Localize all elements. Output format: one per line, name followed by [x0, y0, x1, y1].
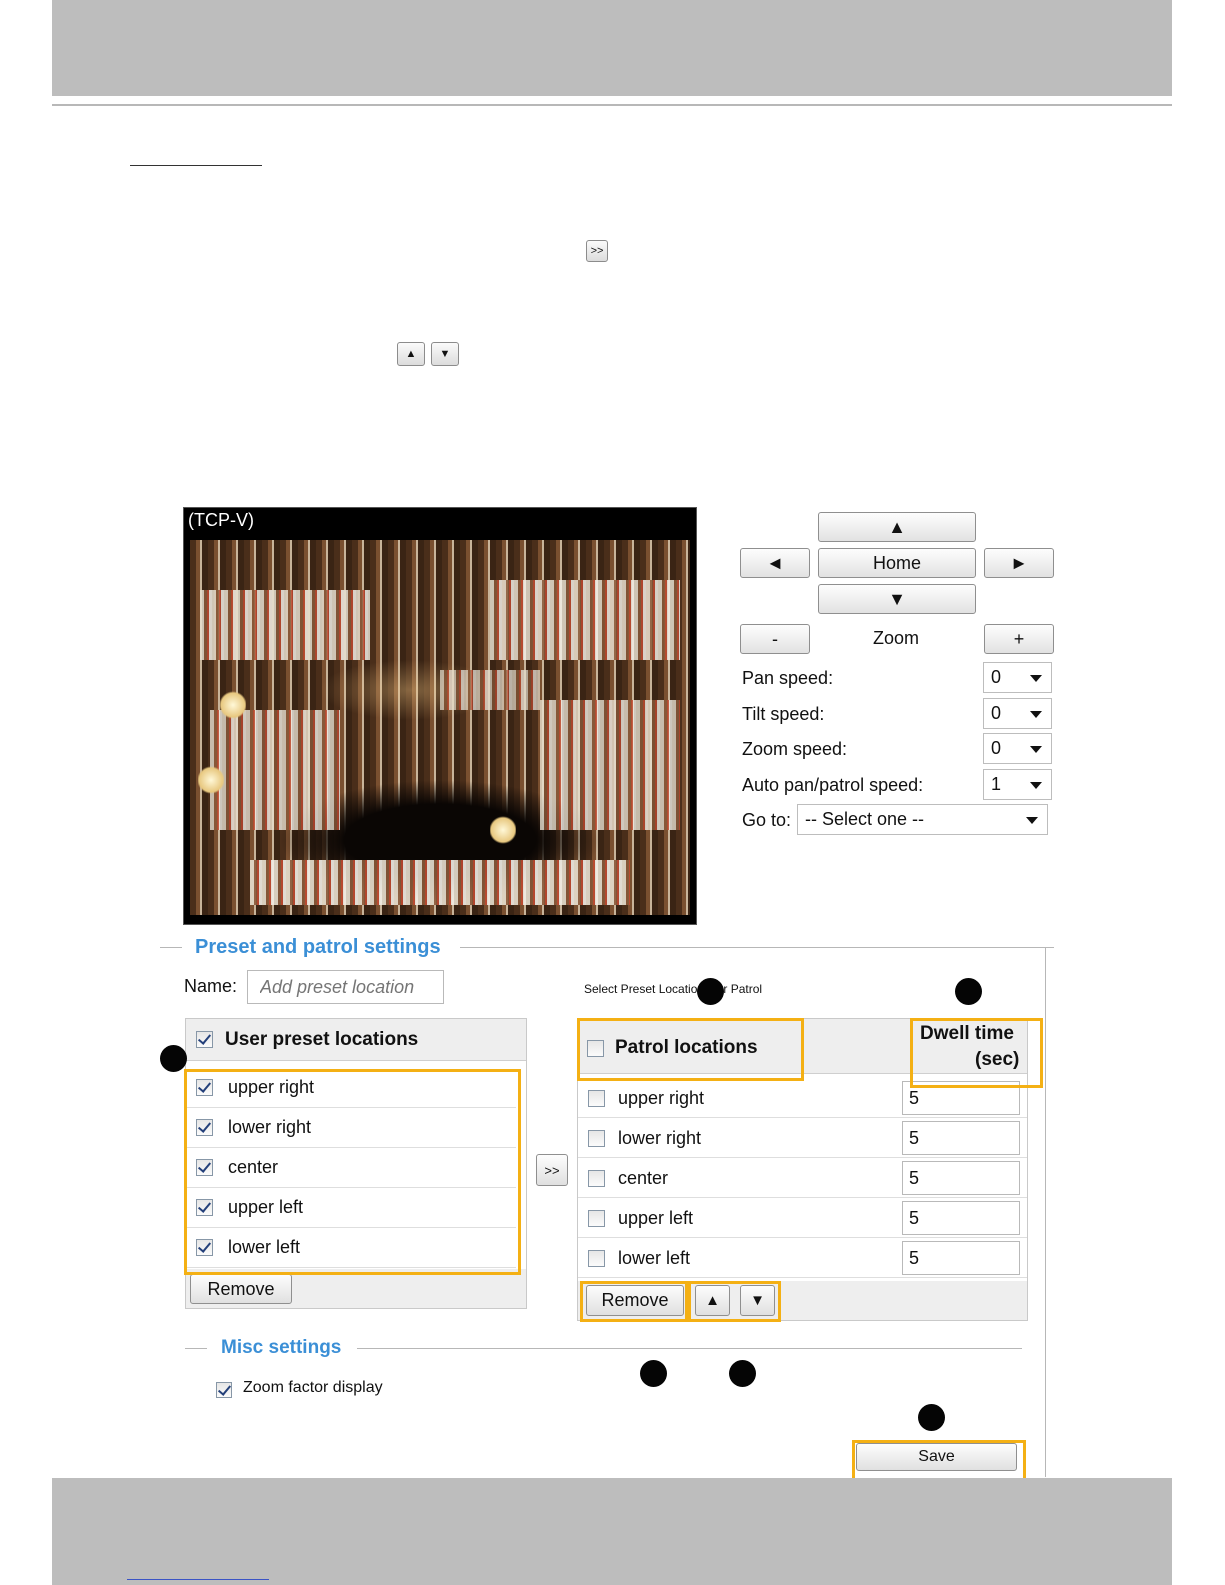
home-button[interactable]: Home [818, 548, 976, 578]
highlight-move-buttons [688, 1281, 781, 1322]
preset-name-input[interactable] [247, 970, 444, 1004]
dwell-time-input[interactable]: 5 [902, 1121, 1020, 1155]
down-triangle-icon: ▼ [439, 348, 451, 360]
zoom-label: Zoom [873, 628, 920, 648]
pan-right-button[interactable]: ► [984, 548, 1054, 578]
patrol-checkbox[interactable] [588, 1170, 605, 1187]
chevron-down-icon [1030, 745, 1042, 753]
left-triangle-icon: ◄ [766, 552, 784, 573]
auto-speed-select[interactable]: 1 [983, 769, 1052, 800]
right-triangle-icon: ► [1010, 552, 1028, 573]
up-triangle-icon: ▲ [888, 516, 906, 537]
tilt-up-button[interactable]: ▲ [818, 512, 976, 542]
tilt-speed-select[interactable]: 0 [983, 698, 1052, 729]
highlight-patrol-header [577, 1018, 804, 1081]
callout-dot [697, 978, 724, 1005]
tilt-down-button[interactable]: ▼ [818, 584, 976, 614]
patrol-checkbox[interactable] [588, 1210, 605, 1227]
patrol-label: center [618, 1168, 669, 1188]
callout-dot [640, 1360, 667, 1387]
highlight-save [852, 1440, 1026, 1482]
down-triangle-icon: ▼ [888, 588, 906, 609]
patrol-row[interactable]: center 5 [578, 1158, 1027, 1198]
dwell-time-input[interactable]: 5 [902, 1241, 1020, 1275]
pan-speed-select[interactable]: 0 [983, 662, 1052, 693]
inline-up-button-icon: ▲ [397, 342, 425, 366]
chevron-down-icon [1030, 710, 1042, 718]
preset-legend: Preset and patrol settings [195, 936, 441, 958]
double-chevron-right-icon: >> [544, 1162, 560, 1178]
inline-add-button-icon: >> [586, 240, 608, 262]
patrol-label: upper left [618, 1208, 694, 1228]
patrol-caption: Select Preset Locations for Patrol [584, 982, 763, 996]
chevron-down-icon [1026, 816, 1038, 824]
patrol-checkbox[interactable] [588, 1130, 605, 1147]
pan-left-button[interactable]: ◄ [740, 548, 810, 578]
callout-dot [918, 1404, 945, 1431]
header-rule [52, 104, 1172, 106]
header-band [52, 0, 1172, 96]
highlight-dwell-header [910, 1018, 1043, 1088]
dwell-time-input[interactable]: 5 [902, 1161, 1020, 1195]
pan-speed-label: Pan speed: [742, 668, 834, 688]
tilt-speed-label: Tilt speed: [742, 704, 825, 724]
live-video-image[interactable] [190, 540, 690, 915]
patrol-label: lower left [618, 1248, 691, 1268]
dwell-time-input[interactable]: 5 [902, 1201, 1020, 1235]
callout-dot [729, 1360, 756, 1387]
add-to-patrol-button[interactable]: >> [536, 1154, 568, 1186]
patrol-checkbox[interactable] [588, 1250, 605, 1267]
goto-select[interactable]: -- Select one -- [797, 804, 1048, 835]
footer-band [52, 1478, 1172, 1585]
zoom-factor-label: Zoom factor display [243, 1379, 383, 1396]
callout-dot [160, 1045, 187, 1072]
misc-fieldset-border [185, 1348, 207, 1349]
user-preset-select-all-checkbox[interactable] [196, 1031, 213, 1048]
footer-link-underline [127, 1579, 269, 1580]
video-title: (TCP-V) [188, 510, 254, 530]
patrol-row[interactable]: lower right 5 [578, 1118, 1027, 1158]
patrol-label: lower right [618, 1128, 702, 1148]
zoom-factor-checkbox[interactable] [216, 1382, 232, 1398]
patrol-checkbox[interactable] [588, 1090, 605, 1107]
highlight-user-list [184, 1069, 521, 1275]
patrol-label: upper right [618, 1088, 705, 1108]
chevron-down-icon [1030, 781, 1042, 789]
auto-speed-label: Auto pan/patrol speed: [742, 775, 924, 795]
fieldset-border [160, 947, 182, 948]
callout-dot [955, 978, 982, 1005]
double-chevron-right-icon: >> [590, 245, 604, 257]
user-preset-header-label: User preset locations [225, 1029, 419, 1050]
chevron-down-icon [1030, 674, 1042, 682]
highlight-remove-patrol [580, 1281, 688, 1322]
zoom-out-button[interactable]: - [740, 624, 810, 654]
zoom-speed-select[interactable]: 0 [983, 733, 1052, 764]
up-triangle-icon: ▲ [405, 348, 417, 360]
patrol-row[interactable]: upper left 5 [578, 1198, 1027, 1238]
zoom-speed-label: Zoom speed: [742, 739, 848, 759]
fieldset-border [460, 947, 1054, 948]
zoom-in-button[interactable]: + [984, 624, 1054, 654]
remove-preset-button[interactable]: Remove [190, 1274, 292, 1304]
name-label: Name: [184, 976, 238, 996]
goto-label: Go to: [742, 810, 792, 830]
fieldset-border [1045, 947, 1046, 1477]
patrol-row[interactable]: lower left 5 [578, 1238, 1027, 1278]
heading-underline [130, 165, 262, 166]
misc-legend: Misc settings [221, 1337, 342, 1358]
inline-down-button-icon: ▼ [431, 342, 459, 366]
misc-fieldset-border [357, 1348, 1022, 1349]
